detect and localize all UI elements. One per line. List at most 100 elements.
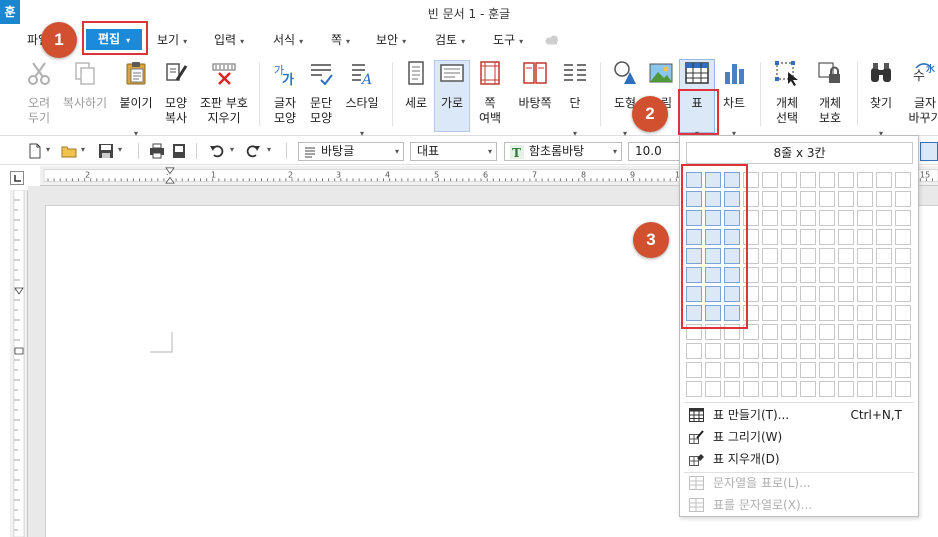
table-grid-cell[interactable] [895,381,911,397]
format-copy-button[interactable]: 모양 복사 [158,60,194,136]
table-grid-cell[interactable] [800,210,816,226]
table-grid-cell[interactable] [781,210,797,226]
table-grid-cell[interactable] [876,362,892,378]
table-grid-cell[interactable] [819,381,835,397]
menu-item-draw-table[interactable]: 표 그리기(W) [680,426,918,448]
table-grid-cell[interactable] [895,248,911,264]
table-grid-cell[interactable] [876,210,892,226]
menu-format[interactable]: 서식 ▾ [273,31,303,49]
table-grid-cell[interactable] [895,286,911,302]
table-grid-cell[interactable] [838,248,854,264]
table-grid-cell[interactable] [781,381,797,397]
table-grid-cell[interactable] [800,286,816,302]
table-grid-cell[interactable] [800,229,816,245]
table-grid-cell[interactable] [857,381,873,397]
table-grid-cell[interactable] [895,324,911,340]
table-grid-cell[interactable] [895,343,911,359]
table-grid-cell[interactable] [876,343,892,359]
page-margin-button[interactable]: 쪽 여백 [472,60,508,136]
table-grid-cell[interactable] [895,305,911,321]
para-shape-button[interactable]: 문단 모양 [303,60,339,136]
ruler-corner-button[interactable] [10,171,24,185]
menu-review[interactable]: 검토 ▾ [435,31,465,49]
table-grid-cell[interactable] [876,172,892,188]
table-grid-cell[interactable] [819,362,835,378]
table-grid-cell[interactable] [857,343,873,359]
table-grid-cell[interactable] [876,267,892,283]
menu-item-table-to-text[interactable]: 표를 문자열로(X)... [680,494,918,516]
table-grid-cell[interactable] [876,324,892,340]
style-select[interactable]: 바탕글 ▾ [298,142,404,161]
menu-security[interactable]: 보안 ▾ [376,31,406,49]
style-button[interactable]: A 스타일 ▾ [342,60,382,138]
table-grid-cell[interactable] [838,191,854,207]
menu-tools[interactable]: 도구 ▾ [493,31,523,49]
table-grid-cell[interactable] [819,172,835,188]
table-grid-cell[interactable] [705,362,721,378]
chart-button[interactable]: 차트 ▾ [718,60,750,138]
table-grid-cell[interactable] [762,362,778,378]
table-grid-cell[interactable] [800,267,816,283]
table-grid-cell[interactable] [819,343,835,359]
table-grid-cell[interactable] [857,324,873,340]
table-grid-cell[interactable] [762,210,778,226]
table-grid-cell[interactable] [762,305,778,321]
table-grid-cell[interactable] [876,248,892,264]
table-grid-cell[interactable] [857,362,873,378]
table-grid-cell[interactable] [895,172,911,188]
table-grid-cell[interactable] [743,381,759,397]
table-grid-cell[interactable] [838,210,854,226]
landscape-button[interactable]: 가로 [434,60,470,136]
chevron-down-icon[interactable]: ▾ [230,145,234,154]
table-grid-cell[interactable] [895,210,911,226]
table-grid-cell[interactable] [819,248,835,264]
table-grid-cell[interactable] [800,305,816,321]
table-grid-cell[interactable] [857,229,873,245]
table-grid-cell[interactable] [724,343,740,359]
table-grid-cell[interactable] [838,267,854,283]
table-grid-cell[interactable] [876,191,892,207]
undo-icon[interactable] [209,143,225,159]
table-grid-cell[interactable] [781,172,797,188]
table-grid-cell[interactable] [781,248,797,264]
table-grid-cell[interactable] [781,286,797,302]
char-shape-button[interactable]: 가 가 글자 모양 [268,60,302,136]
table-grid-cell[interactable] [838,381,854,397]
table-grid-cell[interactable] [705,381,721,397]
table-grid-cell[interactable] [686,362,702,378]
table-grid-cell[interactable] [838,324,854,340]
table-grid-cell[interactable] [800,172,816,188]
table-grid-cell[interactable] [857,210,873,226]
table-grid-cell[interactable] [857,267,873,283]
table-grid-cell[interactable] [686,381,702,397]
table-grid-cell[interactable] [781,267,797,283]
table-grid-cell[interactable] [800,381,816,397]
table-grid-cell[interactable] [762,286,778,302]
align-button[interactable] [920,142,938,161]
menu-page[interactable]: 쪽 ▾ [331,31,350,49]
table-grid-cell[interactable] [895,267,911,283]
paste-button[interactable]: 붙이기 ▾ [117,60,155,138]
object-select-button[interactable]: 개체 선택 [768,60,806,136]
table-grid-cell[interactable] [895,191,911,207]
menu-view[interactable]: 보기 ▾ [157,31,187,49]
replace-button[interactable]: 수 水 글자 바꾸기 [902,60,938,136]
table-grid-cell[interactable] [781,229,797,245]
chevron-down-icon[interactable]: ▾ [46,145,50,154]
table-grid-cell[interactable] [876,286,892,302]
table-grid-cell[interactable] [838,343,854,359]
find-button[interactable]: 찾기 ▾ [864,60,898,138]
table-grid-cell[interactable] [819,286,835,302]
table-grid-cell[interactable] [724,381,740,397]
table-grid-cell[interactable] [800,343,816,359]
table-grid-cell[interactable] [762,248,778,264]
object-protect-button[interactable]: 개체 보호 [810,60,850,136]
table-grid-cell[interactable] [819,305,835,321]
open-folder-icon[interactable] [61,143,77,159]
cut-button[interactable]: 오려 두기 [22,60,56,136]
cloud-icon[interactable] [544,35,560,45]
vertical-ruler[interactable] [10,190,28,537]
print-icon[interactable] [149,143,165,159]
table-grid-cell[interactable] [781,324,797,340]
table-grid-cell[interactable] [762,172,778,188]
